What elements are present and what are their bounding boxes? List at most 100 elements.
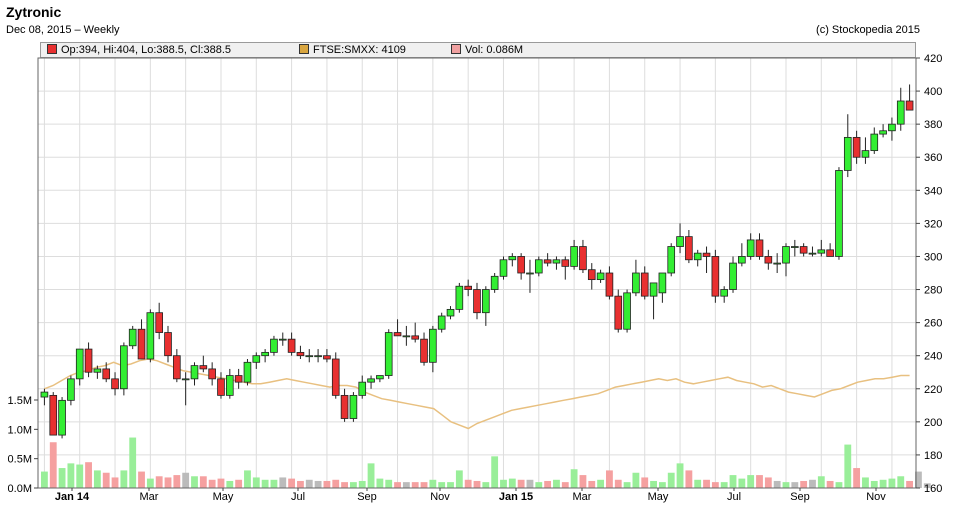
volume-bar: [817, 476, 825, 488]
candle: [640, 266, 649, 300]
candle-body: [685, 236, 693, 261]
volume-bar: [606, 470, 613, 488]
volume-bar: [288, 478, 296, 488]
candle-body: [420, 338, 428, 363]
volume-bar: [102, 472, 110, 488]
candle-body: [667, 246, 676, 274]
candle-body: [676, 236, 684, 247]
candle-body: [314, 355, 322, 358]
volume-bar: [385, 479, 393, 488]
candle: [799, 243, 808, 257]
volume-bar: [261, 479, 269, 488]
candle-body: [773, 262, 781, 265]
price-axis: 160 180 200 220 240 260 280 300 320 340 360 380 400 4…: [916, 53, 942, 495]
candle-body: [826, 249, 834, 257]
candle-body: [243, 361, 252, 383]
candle-body: [331, 358, 340, 396]
candle-body: [252, 355, 261, 363]
candle: [473, 282, 481, 320]
x-tick-label: Sep: [790, 491, 810, 503]
candle-body: [870, 133, 879, 152]
volume-bar: [853, 468, 861, 488]
candle: [393, 319, 402, 337]
candle: [835, 167, 843, 260]
candle-body: [746, 239, 755, 257]
candle-body: [843, 136, 852, 171]
candle-body: [349, 394, 358, 419]
candle-body: [808, 252, 817, 255]
volume-bar: [897, 476, 905, 488]
candle-body: [579, 246, 587, 271]
candle: [587, 263, 596, 290]
volume-bar: [650, 480, 657, 488]
volume-bar: [738, 478, 746, 488]
candle: [270, 335, 278, 356]
volume-bar: [729, 475, 737, 488]
candle-body: [649, 282, 658, 297]
price-tick-label: 340: [924, 185, 942, 197]
candle-body: [164, 332, 172, 357]
candle-body: [367, 378, 375, 383]
volume-bar: [491, 456, 499, 488]
candle-body: [429, 328, 437, 363]
x-tick-label: Jan 15: [499, 491, 533, 503]
volume-bar: [314, 480, 322, 488]
candle-body: [879, 130, 887, 135]
candle-body: [817, 249, 826, 254]
candle-body: [852, 136, 861, 158]
volume-bar: [411, 482, 419, 488]
volume-bar: [111, 477, 119, 488]
candle-body: [534, 259, 543, 274]
candle-body: [446, 308, 455, 317]
price-tick-label: 420: [924, 53, 942, 65]
candle-body: [526, 272, 534, 275]
x-tick-label: Jul: [727, 491, 741, 503]
candle: [517, 253, 525, 280]
candle: [278, 332, 287, 346]
candle-body: [402, 335, 411, 338]
volume-bar: [906, 480, 913, 488]
volume-bar: [429, 479, 437, 488]
candle: [455, 282, 464, 313]
candle: [579, 239, 587, 273]
volume-bar: [711, 482, 719, 488]
candle-body: [508, 256, 517, 261]
candle: [67, 375, 75, 406]
candle-body: [190, 365, 199, 380]
candle-body: [614, 295, 623, 330]
candle: [879, 124, 887, 138]
volume-bar: [676, 463, 684, 488]
candle: [305, 349, 314, 363]
candle-body: [782, 246, 790, 264]
volume-bar: [129, 437, 137, 488]
candle-body: [738, 256, 746, 264]
candle-body: [411, 335, 420, 340]
candle: [490, 273, 499, 293]
candle-body: [799, 246, 808, 254]
volume-bar: [526, 479, 534, 488]
x-tick-label: Jul: [291, 491, 305, 503]
candle: [888, 117, 896, 141]
candle-body: [102, 368, 111, 380]
volume-bar: [535, 482, 543, 488]
candle: [314, 349, 322, 363]
candle-body: [905, 100, 914, 111]
volume-bar: [244, 470, 251, 488]
candle: [217, 372, 225, 399]
volume-bar: [694, 479, 702, 488]
candle-body: [217, 378, 225, 396]
candlestick-series: [40, 84, 914, 439]
volume-bar: [888, 478, 896, 488]
candle-body: [40, 391, 49, 398]
candle: [164, 325, 172, 363]
candle: [446, 306, 455, 320]
volume-bar: [349, 482, 357, 488]
candle: [623, 289, 631, 333]
candle-body: [181, 378, 190, 381]
candle-body: [570, 246, 578, 267]
volume-bar: [164, 477, 172, 488]
candle: [508, 253, 517, 267]
volume-bar: [367, 463, 375, 488]
volume-tick-label: 1.5M: [8, 395, 32, 407]
volume-bar: [191, 476, 198, 488]
